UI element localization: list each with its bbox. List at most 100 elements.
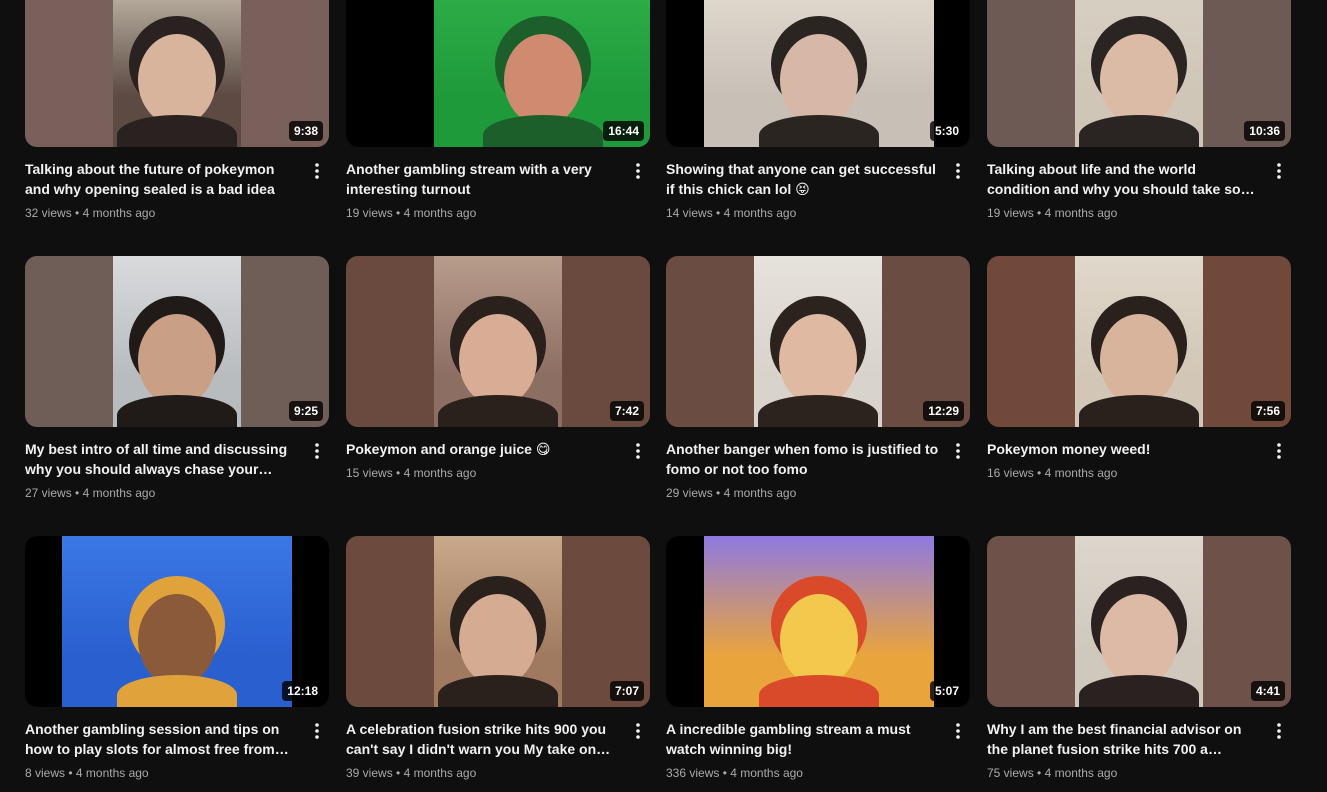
video-title[interactable]: My best intro of all time and discussing… (25, 439, 299, 479)
more-actions-button[interactable] (946, 159, 970, 183)
more-actions-button[interactable] (626, 719, 650, 743)
video-card[interactable]: 9:38 Talking about the future of pokeymon… (25, 0, 329, 222)
view-count: 32 views (25, 206, 72, 220)
vertical-dots-icon (1277, 163, 1281, 179)
video-thumbnail[interactable]: 7:07 (346, 536, 650, 707)
view-count: 336 views (666, 766, 720, 780)
video-meta: Pokeymon and orange juice 😋 15 views • 4 … (346, 427, 650, 482)
view-count: 39 views (346, 766, 393, 780)
video-title[interactable]: Another gambling stream with a very inte… (346, 159, 620, 199)
thumbnail-image (1075, 536, 1203, 707)
video-title[interactable]: Pokeymon and orange juice 😋 (346, 439, 620, 459)
upload-age: 4 months ago (730, 766, 803, 780)
vertical-dots-icon (956, 443, 960, 459)
video-title[interactable]: A incredible gambling stream a must watc… (666, 719, 940, 759)
video-title[interactable]: Another banger when fomo is justified to… (666, 439, 940, 479)
video-title[interactable]: Another gambling session and tips on how… (25, 719, 299, 759)
video-thumbnail[interactable]: 5:07 (666, 536, 970, 707)
thumbnail-image (113, 256, 241, 427)
more-actions-button[interactable] (305, 439, 329, 463)
video-card[interactable]: 5:07 A incredible gambling stream a must … (666, 536, 970, 782)
video-thumbnail[interactable]: 4:41 (987, 536, 1291, 707)
video-thumbnail[interactable]: 16:44 (346, 0, 650, 147)
video-thumbnail[interactable]: 9:38 (25, 0, 329, 147)
thumbnail-pillarbox-left (666, 0, 704, 147)
video-stats: 29 views • 4 months ago (666, 484, 940, 502)
upload-age: 4 months ago (403, 466, 477, 480)
more-actions-button[interactable] (626, 159, 650, 183)
video-card[interactable]: 4:41 Why I am the best financial advisor … (987, 536, 1291, 782)
video-thumbnail[interactable]: 10:36 (987, 0, 1291, 147)
more-actions-button[interactable] (305, 159, 329, 183)
vertical-dots-icon (956, 163, 960, 179)
vertical-dots-icon (636, 723, 640, 739)
thumbnail-subject-face (138, 34, 216, 126)
video-card[interactable]: 7:42 Pokeymon and orange juice 😋 15 views … (346, 256, 650, 482)
thumbnail-pillarbox-left (987, 536, 1075, 707)
upload-age: 4 months ago (1044, 466, 1118, 480)
video-meta: My best intro of all time and discussing… (25, 427, 329, 502)
view-count: 14 views (666, 206, 713, 220)
stats-separator: • (392, 206, 404, 220)
video-card[interactable]: 16:44 Another gambling stream with a very… (346, 0, 650, 222)
video-duration: 12:18 (282, 681, 323, 701)
video-title[interactable]: Showing that anyone can get successful i… (666, 159, 940, 199)
video-thumbnail[interactable]: 12:29 (666, 256, 970, 427)
video-meta: Showing that anyone can get successful i… (666, 147, 970, 222)
upload-age: 4 months ago (403, 206, 477, 220)
thumbnail-image (754, 256, 882, 427)
upload-age: 4 months ago (723, 486, 797, 500)
vertical-dots-icon (1277, 443, 1281, 459)
thumbnail-subject-face (1100, 594, 1178, 686)
video-title[interactable]: A celebration fusion strike hits 900 you… (346, 719, 620, 759)
video-duration: 12:29 (923, 401, 964, 421)
video-meta: Another gambling session and tips on how… (25, 707, 329, 782)
video-title[interactable]: Talking about the future of pokeymon and… (25, 159, 299, 199)
view-count: 19 views (346, 206, 393, 220)
thumbnail-subject-body (438, 675, 558, 707)
more-actions-button[interactable] (626, 439, 650, 463)
video-thumbnail[interactable]: 5:30 (666, 0, 970, 147)
stats-separator: • (712, 486, 724, 500)
upload-age: 4 months ago (1044, 206, 1118, 220)
video-thumbnail[interactable]: 12:18 (25, 536, 329, 707)
video-thumbnail[interactable]: 7:42 (346, 256, 650, 427)
thumbnail-subject-face (780, 594, 858, 686)
video-card[interactable]: 9:25 My best intro of all time and discus… (25, 256, 329, 502)
video-title[interactable]: Why I am the best financial advisor on t… (987, 719, 1261, 759)
video-card[interactable]: 7:56 Pokeymon money weed! 16 views • 4 mon… (987, 256, 1291, 482)
thumbnail-image (113, 0, 241, 147)
more-actions-button[interactable] (946, 439, 970, 463)
video-title[interactable]: Pokeymon money weed! (987, 439, 1261, 459)
thumbnail-subject-body (759, 675, 879, 707)
video-stats: 27 views • 4 months ago (25, 484, 299, 502)
thumbnail-image (62, 536, 292, 707)
more-actions-button[interactable] (305, 719, 329, 743)
video-thumbnail[interactable]: 9:25 (25, 256, 329, 427)
thumbnail-subject-face (504, 34, 582, 126)
more-actions-button[interactable] (946, 719, 970, 743)
view-count: 29 views (666, 486, 713, 500)
thumbnail-pillarbox-left (987, 0, 1075, 147)
view-count: 27 views (25, 486, 72, 500)
video-card[interactable]: 7:07 A celebration fusion strike hits 900… (346, 536, 650, 782)
video-card[interactable]: 10:36 Talking about life and the world co… (987, 0, 1291, 222)
video-card[interactable]: 12:18 Another gambling session and tips o… (25, 536, 329, 782)
video-title[interactable]: Talking about life and the world conditi… (987, 159, 1261, 199)
stats-separator: • (1033, 466, 1045, 480)
video-card[interactable]: 5:30 Showing that anyone can get successf… (666, 0, 970, 222)
video-stats: 75 views • 4 months ago (987, 764, 1261, 782)
thumbnail-subject-body (117, 395, 237, 427)
more-actions-button[interactable] (1267, 719, 1291, 743)
video-card[interactable]: 12:29 Another banger when fomo is justifi… (666, 256, 970, 502)
thumbnail-subject-body (117, 115, 237, 147)
video-thumbnail[interactable]: 7:56 (987, 256, 1291, 427)
stats-separator: • (719, 766, 731, 780)
thumbnail-image (704, 0, 934, 147)
video-duration: 5:07 (929, 681, 964, 701)
view-count: 15 views (346, 466, 393, 480)
more-actions-button[interactable] (1267, 159, 1291, 183)
vertical-dots-icon (636, 163, 640, 179)
video-duration: 7:56 (1250, 401, 1285, 421)
more-actions-button[interactable] (1267, 439, 1291, 463)
